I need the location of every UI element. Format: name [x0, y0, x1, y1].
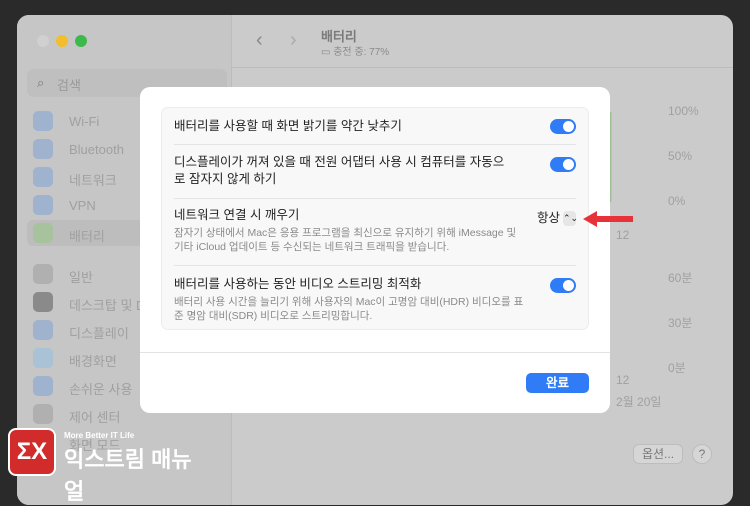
dock-icon: [33, 292, 53, 312]
sidebar-item-label: VPN: [69, 198, 96, 213]
red-arrow-annotation: [583, 211, 633, 227]
option-description: 잠자기 상태에서 Mac은 응용 프로그램을 최신으로 유지하기 위해 iMes…: [174, 227, 517, 253]
vpn-icon: [33, 195, 53, 215]
logo-icon: ΣX: [8, 428, 56, 476]
wake-network-select[interactable]: 항상 ⌃⌄: [536, 207, 578, 227]
accessibility-icon: [33, 376, 53, 396]
x-tick: 12: [616, 228, 630, 242]
sidebar-item-label: Bluetooth: [69, 142, 124, 157]
sidebar-item-label: 제어 센터: [69, 410, 121, 425]
search-icon: ⌕: [37, 75, 45, 90]
options-group: 배터리를 사용할 때 화면 밝기를 약간 낮추기 디스플레이가 꺼져 있을 때 …: [161, 107, 589, 330]
traffic-lights: [37, 35, 87, 47]
axis-tick: 0분: [668, 361, 686, 375]
options-button[interactable]: 옵션...: [633, 444, 683, 464]
bluetooth-icon: [33, 139, 53, 159]
option-title: 디스플레이가 꺼져 있을 때 전원 어댑터 사용 시 컴퓨터를 자동으로 잠자지…: [174, 155, 505, 186]
minimize-button[interactable]: [56, 35, 68, 47]
axis-tick: 50%: [668, 149, 693, 163]
battery-status: ▭ 충전 중: 77%: [321, 43, 389, 58]
control-center-icon: [33, 404, 53, 424]
done-button[interactable]: 완료: [526, 373, 589, 393]
sidebar-item-label: 배경화면: [69, 354, 117, 369]
status-text: 충전 중: 77%: [333, 47, 390, 58]
option-title: 네트워크 연결 시 깨우기: [174, 208, 300, 222]
toggle-dim-display[interactable]: [550, 119, 576, 134]
dialog-divider: [140, 352, 610, 353]
sun-icon: [33, 320, 53, 340]
forward-button[interactable]: ›: [290, 29, 297, 52]
option-row: 디스플레이가 꺼져 있을 때 전원 어댑터 사용 시 컴퓨터를 자동으로 잠자지…: [174, 145, 576, 199]
sidebar-item-label: 디스플레이: [69, 326, 129, 341]
battery-options-dialog: 배터리를 사용할 때 화면 밝기를 약간 낮추기 디스플레이가 꺼져 있을 때 …: [140, 87, 610, 413]
globe-icon: [33, 167, 53, 187]
axis-tick: 0%: [668, 194, 686, 208]
sidebar-item-label: 네트워크: [69, 173, 117, 188]
axis-tick: 100%: [668, 104, 699, 118]
sidebar-item-label: 일반: [69, 270, 93, 285]
logo-tagline: More Better IT Life: [64, 431, 135, 440]
chevron-updown-icon: ⌃⌄: [563, 211, 578, 227]
close-button[interactable]: [37, 35, 49, 47]
wallpaper-icon: [33, 348, 53, 368]
sidebar-item-label: 손쉬운 사용: [69, 382, 133, 397]
option-row: 배터리를 사용하는 동안 비디오 스트리밍 최적화 배터리 사용 시간을 늘리기…: [174, 266, 576, 331]
option-row: 네트워크 연결 시 깨우기 잠자기 상태에서 Mac은 응용 프로그램을 최신으…: [174, 199, 578, 266]
option-description: 배터리 사용 시간을 늘리기 위해 사용자의 Mac이 고명암 대비(HDR) …: [174, 296, 524, 322]
sidebar-item-label: 배터리: [69, 229, 105, 244]
battery-icon: [33, 223, 53, 243]
option-row: 배터리를 사용할 때 화면 밝기를 약간 낮추기: [174, 108, 576, 145]
axis-tick: 30분: [668, 316, 693, 330]
logo-name: 익스트림 매뉴얼: [64, 447, 192, 504]
option-title: 배터리를 사용할 때 화면 밝기를 약간 낮추기: [174, 119, 402, 133]
toolbar: ‹ › 배터리 ▭ 충전 중: 77%: [232, 15, 733, 68]
watermark-logo: ΣX More Better IT Life 익스트림 매뉴얼: [8, 428, 198, 504]
date-label: 2월 20일: [616, 395, 662, 409]
wifi-icon: [33, 111, 53, 131]
select-value: 항상: [536, 211, 560, 225]
toggle-video-streaming[interactable]: [550, 278, 576, 293]
zoom-button[interactable]: [75, 35, 87, 47]
x-tick: 12: [616, 373, 630, 387]
toggle-prevent-sleep[interactable]: [550, 157, 576, 172]
gear-icon: [33, 264, 53, 284]
search-placeholder: 검색: [57, 78, 81, 93]
axis-tick: 60분: [668, 271, 693, 285]
sidebar-item-label: Wi-Fi: [69, 114, 100, 129]
option-title: 배터리를 사용하는 동안 비디오 스트리밍 최적화: [174, 277, 422, 291]
back-button[interactable]: ‹: [256, 29, 263, 52]
battery-charging-icon: ▭: [321, 47, 334, 58]
help-button[interactable]: ?: [692, 444, 712, 464]
